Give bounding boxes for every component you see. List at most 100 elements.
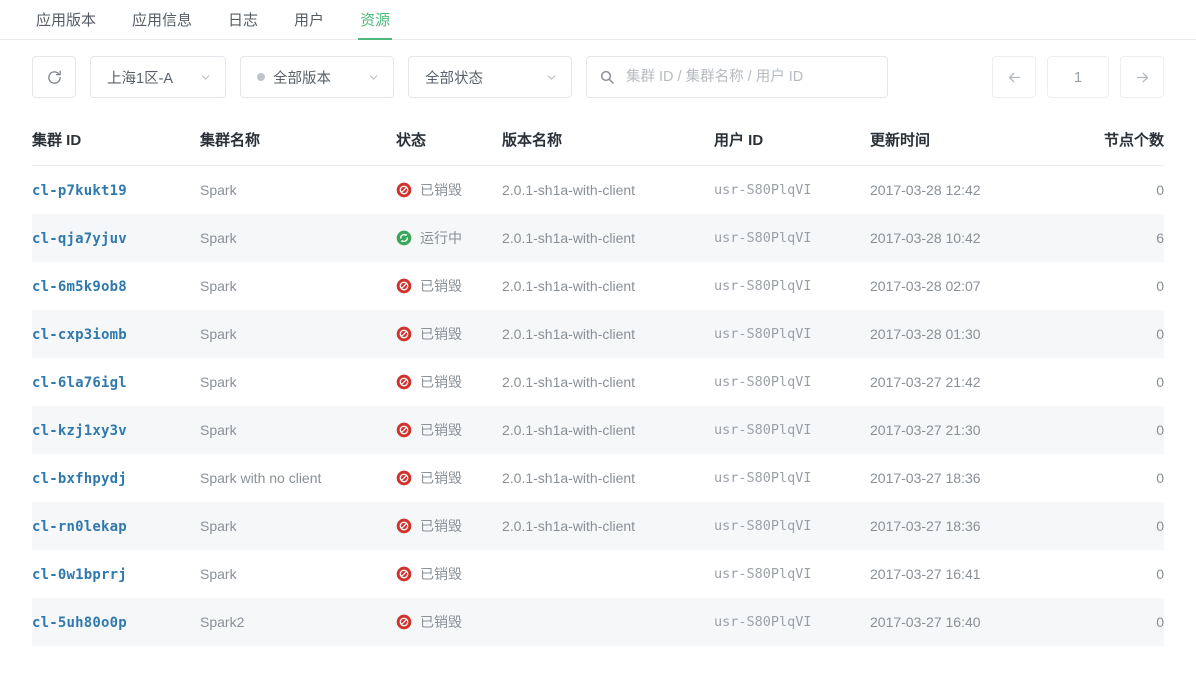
arrow-right-icon <box>1134 69 1151 86</box>
tab-0[interactable]: 应用版本 <box>18 13 114 39</box>
column-header-4: 用户 ID <box>714 129 870 150</box>
cluster-id-link[interactable]: cl-p7kukt19 <box>32 183 127 199</box>
cluster-id-link[interactable]: cl-5uh80o0p <box>32 615 127 631</box>
cluster-id-link[interactable]: cl-6m5k9ob8 <box>32 279 127 295</box>
search-box[interactable] <box>586 56 888 98</box>
table-row[interactable]: cl-5uh80o0pSpark2已销毁usr-S80PlqVI2017-03-… <box>32 598 1164 646</box>
cluster-name-cell: Spark <box>200 278 396 294</box>
next-page-button[interactable] <box>1120 56 1164 98</box>
refresh-button[interactable] <box>32 56 76 98</box>
status-label: 已销毁 <box>420 564 462 584</box>
status-destroyed-icon <box>396 182 412 198</box>
updated-time-cell: 2017-03-27 18:36 <box>870 470 1080 486</box>
filter-toolbar: 上海1区-A 全部版本 全部状态 <box>0 40 1196 114</box>
version-select[interactable]: 全部版本 <box>240 56 394 98</box>
cluster-id-link[interactable]: cl-qja7yjuv <box>32 231 127 247</box>
tab-4[interactable]: 资源 <box>342 13 408 39</box>
search-input[interactable] <box>624 68 875 86</box>
cluster-id-cell: cl-cxp3iomb <box>32 326 200 343</box>
status-select[interactable]: 全部状态 <box>408 56 572 98</box>
version-select-value: 全部版本 <box>273 67 331 88</box>
status-cell: 已销毁 <box>396 324 502 344</box>
column-header-2: 状态 <box>396 129 502 150</box>
status-destroyed-icon <box>396 374 412 390</box>
tab-active-underline <box>358 38 392 40</box>
cluster-name-cell: Spark <box>200 518 396 534</box>
status-destroyed-icon <box>396 326 412 342</box>
cluster-id-link[interactable]: cl-0w1bprrj <box>32 567 127 583</box>
column-header-3: 版本名称 <box>502 129 714 150</box>
cluster-name-cell: Spark <box>200 230 396 246</box>
table-header-row: 集群 ID集群名称状态版本名称用户 ID更新时间节点个数 <box>32 114 1164 166</box>
status-destroyed-icon <box>396 470 412 486</box>
tab-3[interactable]: 用户 <box>276 13 342 39</box>
cluster-id-cell: cl-5uh80o0p <box>32 614 200 631</box>
status-label: 运行中 <box>420 228 462 248</box>
tab-label: 应用版本 <box>36 12 96 29</box>
node-count-cell: 0 <box>1080 614 1164 630</box>
column-header-6: 节点个数 <box>1080 129 1164 150</box>
cluster-id-link[interactable]: cl-bxfhpydj <box>32 471 127 487</box>
search-icon <box>599 69 615 85</box>
cluster-name-cell: Spark <box>200 566 396 582</box>
node-count-cell: 0 <box>1080 278 1164 294</box>
table-row[interactable]: cl-bxfhpydjSpark with no client已销毁2.0.1-… <box>32 454 1164 502</box>
table-row[interactable]: cl-6m5k9ob8Spark已销毁2.0.1-sh1a-with-clien… <box>32 262 1164 310</box>
cluster-id-cell: cl-6m5k9ob8 <box>32 278 200 295</box>
cluster-id-cell: cl-kzj1xy3v <box>32 422 200 439</box>
chevron-down-icon <box>199 71 212 84</box>
node-count-cell: 0 <box>1080 422 1164 438</box>
table-row[interactable]: cl-qja7yjuvSpark运行中2.0.1-sh1a-with-clien… <box>32 214 1164 262</box>
table-row[interactable]: cl-0w1bprrj Spark 已销毁 usr-S80PlqVI2017-03-2… <box>32 550 1164 598</box>
table-row[interactable]: cl-rn0lekapSpark已销毁2.0.1-sh1a-with-clien… <box>32 502 1164 550</box>
version-name-cell: 2.0.1-sh1a-with-client <box>502 182 714 198</box>
cluster-id-link[interactable]: cl-kzj1xy3v <box>32 423 127 439</box>
status-destroyed-icon <box>396 614 412 630</box>
user-id-cell: usr-S80PlqVI <box>714 470 870 486</box>
cluster-id-link[interactable]: cl-rn0lekap <box>32 519 127 535</box>
resource-page: 应用版本 应用信息 日志用户资源 上海1区-A 全部版本 <box>0 0 1196 676</box>
status-cell: 已销毁 <box>396 612 502 632</box>
updated-time-cell: 2017-03-27 16:41 <box>870 566 1080 582</box>
zone-select-value: 上海1区-A <box>107 67 173 88</box>
table-row[interactable]: cl-cxp3iombSpark已销毁2.0.1-sh1a-with-clien… <box>32 310 1164 358</box>
user-id-cell: usr-S80PlqVI <box>714 374 870 390</box>
cluster-id-link[interactable]: cl-cxp3iomb <box>32 327 127 343</box>
status-destroyed-icon <box>396 278 412 294</box>
user-id-cell: usr-S80PlqVI <box>714 230 870 246</box>
node-count-cell: 0 <box>1080 182 1164 198</box>
cluster-id-cell: cl-rn0lekap <box>32 518 200 535</box>
status-destroyed-icon <box>396 518 412 534</box>
status-label: 已销毁 <box>420 324 462 344</box>
status-label: 已销毁 <box>420 276 462 296</box>
zone-select[interactable]: 上海1区-A <box>90 56 226 98</box>
table-row[interactable]: cl-6la76iglSpark已销毁2.0.1-sh1a-with-clien… <box>32 358 1164 406</box>
user-id-cell: usr-S80PlqVI <box>714 278 870 294</box>
user-id-cell: usr-S80PlqVI <box>714 326 870 342</box>
version-name-cell: 2.0.1-sh1a-with-client <box>502 326 714 342</box>
updated-time-cell: 2017-03-27 21:30 <box>870 422 1080 438</box>
refresh-icon <box>46 69 63 86</box>
page-number-input[interactable]: 1 <box>1047 56 1109 98</box>
column-header-5: 更新时间 <box>870 129 1080 150</box>
updated-time-cell: 2017-03-28 10:42 <box>870 230 1080 246</box>
prev-page-button[interactable] <box>992 56 1036 98</box>
tab-label: 应用信息 <box>132 12 192 29</box>
column-header-0: 集群 ID <box>32 129 200 150</box>
table-row[interactable]: cl-kzj1xy3vSpark已销毁2.0.1-sh1a-with-clien… <box>32 406 1164 454</box>
status-destroyed-icon <box>396 566 412 582</box>
cluster-id-link[interactable]: cl-6la76igl <box>32 375 127 391</box>
tab-1[interactable]: 应用信息 <box>114 13 210 39</box>
table-row[interactable]: cl-p7kukt19Spark已销毁2.0.1-sh1a-with-clien… <box>32 166 1164 214</box>
cluster-name-cell: Spark <box>200 182 396 198</box>
status-label: 已销毁 <box>420 516 462 536</box>
version-name-cell: 2.0.1-sh1a-with-client <box>502 374 714 390</box>
cluster-name-cell: Spark2 <box>200 614 396 630</box>
tab-2[interactable]: 日志 <box>210 13 276 39</box>
updated-time-cell: 2017-03-27 21:42 <box>870 374 1080 390</box>
cluster-name-cell: Spark <box>200 422 396 438</box>
user-id-cell: usr-S80PlqVI <box>714 566 870 582</box>
version-name-cell: 2.0.1-sh1a-with-client <box>502 422 714 438</box>
node-count-cell: 0 <box>1080 374 1164 390</box>
updated-time-cell: 2017-03-28 02:07 <box>870 278 1080 294</box>
